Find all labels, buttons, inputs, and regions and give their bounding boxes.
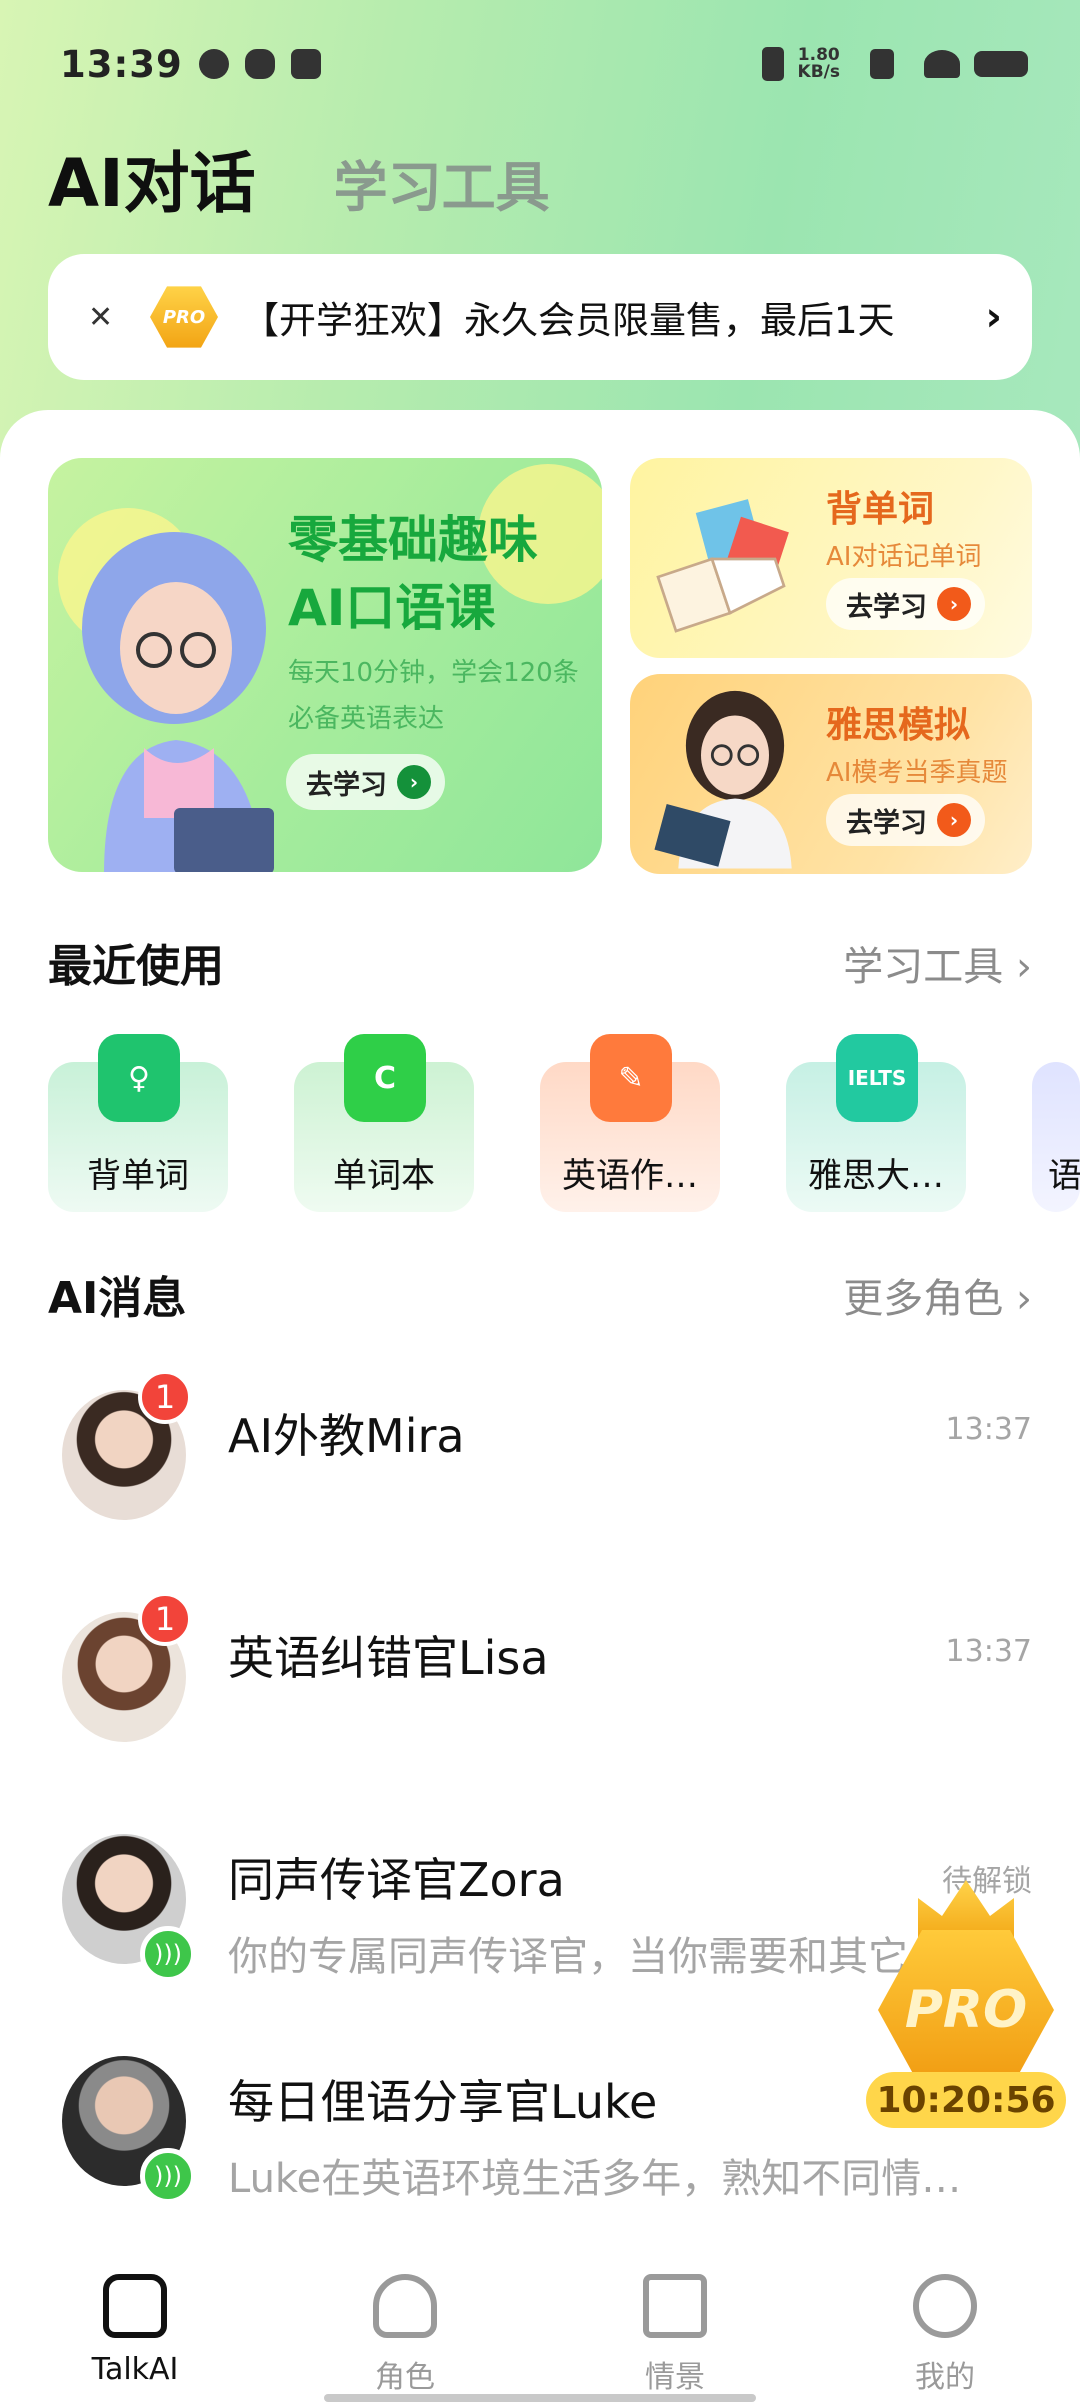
network-speed-unit: KB/s: [797, 62, 840, 82]
recent-tool-partial[interactable]: 语: [1032, 1028, 1080, 1218]
ielts-go-button[interactable]: 去学习 ›: [826, 794, 985, 846]
tool-label: 语: [1048, 1156, 1080, 1196]
nav-talkai[interactable]: TalkAI: [0, 2250, 270, 2408]
oral-course-title: 零基础趣味 AI口语课: [288, 506, 538, 642]
recent-tool-vocab[interactable]: ♀ 背单词: [48, 1028, 248, 1218]
voice-icon: ))): [140, 2148, 196, 2204]
message-name: AI外教Mira: [228, 1409, 465, 1463]
teacher-image: [654, 690, 792, 869]
nav-label: 角色: [375, 2360, 435, 2395]
ielts-tool-icon: IELTS: [836, 1034, 918, 1122]
arrow-right-icon: ›: [397, 765, 431, 799]
message-preview: Luke在英语环境生活多年，熟知不同情…: [228, 2156, 962, 2202]
arrow-right-icon: ›: [937, 587, 971, 621]
tool-label: 单词本: [333, 1156, 435, 1196]
home-indicator[interactable]: [324, 2394, 756, 2402]
ai-home-icon: [103, 2274, 167, 2338]
wordbook-tool-icon: C: [344, 1034, 426, 1122]
people-icon: [373, 2274, 437, 2338]
vocab-tool-icon: ♀: [98, 1034, 180, 1122]
nav-scenes[interactable]: 情景: [540, 2250, 810, 2408]
pro-floating-badge[interactable]: PRO 10:20:56: [866, 1880, 1066, 2140]
status-time: 13:39: [60, 42, 183, 86]
sim-disabled-icon: [870, 49, 894, 79]
go-button-label: 去学习: [846, 591, 927, 623]
status-right: 1.80 KB/s: [746, 47, 1028, 81]
nav-label: 情景: [645, 2360, 705, 2395]
learning-tools-link[interactable]: 学习工具 ›: [843, 934, 1032, 992]
wechat-icon: [244, 49, 275, 79]
recent-tool-ielts[interactable]: IELTS 雅思大…: [786, 1028, 986, 1218]
vocab-title: 背单词: [826, 489, 935, 530]
nav-label: TalkAI: [91, 2352, 179, 2387]
message-time: 13:37: [945, 1412, 1032, 1447]
cartoon-girl-image: [82, 532, 274, 872]
message-time: 13:37: [945, 1634, 1032, 1669]
message-item[interactable]: 1 英语纠错官Lisa 13:37: [0, 1582, 1080, 1782]
smiley-icon: [913, 2274, 977, 2338]
writing-tool-icon: ✎: [590, 1034, 672, 1122]
card-oral-course[interactable]: 零基础趣味 AI口语课 每天10分钟，学会120条必备英语表达 去学习 ›: [48, 458, 602, 872]
chevron-right-icon: ›: [985, 294, 1002, 340]
message-name: 每日俚语分享官Luke: [228, 2075, 658, 2129]
network-speed: 1.80 KB/s: [798, 47, 840, 81]
status-bar: 13:39 1.80 KB/s: [60, 36, 1028, 92]
oral-course-go-button[interactable]: 去学习 ›: [286, 754, 445, 810]
ielts-title: 雅思模拟: [826, 705, 971, 746]
promo-banner[interactable]: ✕ PRO 【开学狂欢】永久会员限量售，最后1天 ›: [48, 254, 1032, 380]
ielts-desc: AI模考当季真题: [826, 758, 1008, 788]
nav-me[interactable]: 我的: [810, 2250, 1080, 2408]
message-icon: [290, 49, 321, 79]
close-icon[interactable]: ✕: [88, 300, 124, 335]
battery-icon: [974, 51, 1028, 77]
card-ielts[interactable]: 雅思模拟 AI模考当季真题 去学习 ›: [630, 674, 1032, 874]
wifi-icon: [924, 50, 960, 78]
ai-messages-title: AI消息: [48, 1273, 187, 1324]
tab-learning-tools[interactable]: 学习工具: [334, 143, 550, 222]
message-item[interactable]: 1 AI外教Mira 13:37: [0, 1360, 1080, 1560]
tool-label: 背单词: [87, 1156, 189, 1196]
tab-ai-chat[interactable]: AI对话: [48, 116, 256, 226]
go-button-label: 去学习: [306, 769, 387, 801]
vocab-go-button[interactable]: 去学习 ›: [826, 578, 985, 630]
go-button-label: 去学习: [846, 807, 927, 839]
oral-course-title-line1: 零基础趣味: [288, 511, 538, 569]
top-tabs: AI对话 学习工具: [48, 116, 550, 226]
more-roles-link-label: 更多角色: [843, 1276, 1004, 1322]
pro-label: PRO: [878, 1930, 1054, 2090]
tool-label: 雅思大…: [808, 1156, 944, 1196]
bottom-nav: TalkAI 角色 情景 我的: [0, 2250, 1080, 2408]
more-roles-link[interactable]: 更多角色 ›: [843, 1266, 1032, 1324]
oral-course-title-line2: AI口语课: [288, 579, 496, 637]
learning-tools-link-label: 学习工具: [843, 944, 1004, 990]
recent-section-title: 最近使用: [48, 941, 224, 992]
recent-tool-wordbook[interactable]: C 单词本: [294, 1028, 494, 1218]
vibrate-icon: [761, 47, 784, 81]
clapperboard-icon: [643, 2274, 707, 2338]
voice-icon: ))): [140, 1926, 196, 1982]
arrow-right-icon: ›: [937, 803, 971, 837]
app-notification-icon: [198, 49, 229, 79]
pro-badge-icon: PRO: [150, 286, 218, 348]
nav-label: 我的: [915, 2360, 975, 2395]
card-vocab[interactable]: 背单词 AI对话记单词 去学习 ›: [630, 458, 1032, 658]
vocab-desc: AI对话记单词: [826, 542, 982, 572]
tool-label: 英语作…: [562, 1156, 698, 1196]
recent-tool-english-writing[interactable]: ✎ 英语作…: [540, 1028, 740, 1218]
message-name: 英语纠错官Lisa: [228, 1631, 549, 1685]
nav-roles[interactable]: 角色: [270, 2250, 540, 2408]
message-name: 同声传译官Zora: [228, 1853, 565, 1907]
unread-badge: 1: [138, 1370, 192, 1424]
pro-countdown: 10:20:56: [866, 2072, 1066, 2128]
unread-badge: 1: [138, 1592, 192, 1646]
books-image: [656, 499, 789, 633]
promo-text: 【开学狂欢】永久会员限量售，最后1天: [242, 299, 895, 342]
oral-course-desc: 每天10分钟，学会120条必备英语表达: [288, 658, 579, 734]
